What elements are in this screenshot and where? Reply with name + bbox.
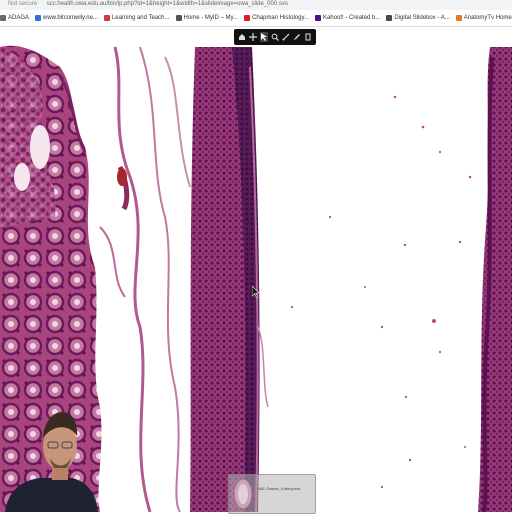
thumbnail-preview [233, 478, 253, 510]
lms-icon [103, 15, 110, 21]
toolbar-button-1[interactable] [238, 32, 246, 42]
toolbar-button-4[interactable] [271, 32, 279, 42]
home-view-icon [238, 34, 245, 40]
bookmark-label: ADAGA [8, 15, 30, 21]
address-bar[interactable]: Not secure scc.health.uwa.edu.au/bin/lp.… [0, 0, 512, 10]
slide-thumbnail-navigator[interactable]: H&E Gastric_Kidney.svs [228, 474, 316, 514]
site-icon [35, 15, 42, 21]
bookmark-label: www.bitcomwily.ne... [43, 15, 98, 21]
bookmark-label: Learning and Teach... [111, 15, 170, 21]
toolbar-button-6[interactable] [293, 32, 301, 42]
toolbar-button-5[interactable] [282, 32, 290, 42]
pan-tool-icon [248, 33, 257, 41]
bookmark-item[interactable]: Chapman Histology... [244, 15, 309, 21]
toolbar-button-7[interactable] [304, 32, 312, 42]
bookmark-label: AnatomyTv Home [463, 15, 512, 21]
bookmark-label: Kahoot! - Created b... [323, 15, 381, 21]
presenter-video [5, 412, 98, 512]
bookmarks-bar: ADAGA www.bitcomwily.ne... Learning and Te… [0, 10, 512, 27]
measure-icon [282, 33, 290, 41]
home-icon [175, 15, 182, 21]
anatomy-icon [455, 15, 462, 21]
bookmark-item[interactable]: ADAGA [0, 15, 29, 21]
toolbar-button-2[interactable] [248, 32, 257, 42]
toolbar-button-3[interactable] [259, 32, 268, 42]
mouse-cursor-icon [251, 285, 260, 303]
bookmark-item[interactable]: www.bitcomwily.ne... [35, 15, 98, 21]
webcam-overlay [0, 398, 100, 512]
bookmark-label: Home - MyID – My... [183, 15, 239, 21]
bookmark-item[interactable]: Learning and Teach... [103, 15, 170, 21]
bookmark-item[interactable]: Home - MyID – My... [175, 15, 239, 21]
magnify-icon [271, 33, 279, 41]
bookmark-label: Digital Slidebox - A... [394, 15, 450, 21]
draw-pen-icon [294, 34, 301, 40]
pointer-tool-icon [260, 33, 267, 41]
bookmark-item[interactable]: Digital Slidebox - A... [386, 15, 450, 21]
viewer-toolbar [234, 29, 316, 45]
bookmark-label: Chapman Histology... [252, 15, 310, 21]
bookmark-icon [0, 15, 6, 21]
annotate-icon [305, 33, 311, 41]
security-label: Not secure [8, 1, 38, 7]
bookmark-item[interactable]: AnatomyTv Home [455, 15, 512, 21]
kahoot-icon [315, 15, 322, 21]
thumbnail-label: H&E Gastric_Kidney.svs [257, 486, 301, 491]
slidebox-icon [386, 15, 393, 21]
url-text: scc.health.uwa.edu.au/bin/lp.php?id=1&he… [46, 1, 288, 7]
address-text[interactable]: Not secure scc.health.uwa.edu.au/bin/lp.… [8, 1, 288, 7]
bookmark-item[interactable]: Kahoot! - Created b... [315, 15, 380, 21]
youtube-icon [244, 15, 251, 21]
